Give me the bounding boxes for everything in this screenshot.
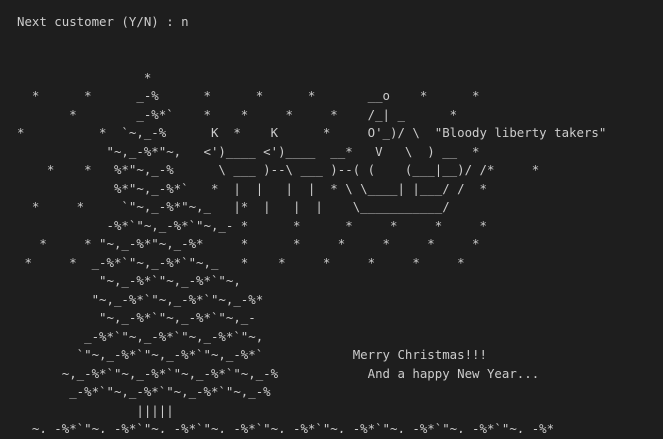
- ascii-art-line: "~,_-%*"~, <')____ <')____ __* V \ ) __ …: [17, 143, 480, 159]
- ascii-art-line: "~,_-%*`"~,_-%*`"~,_-%*: [17, 291, 264, 307]
- ascii-art-line: _-%*`"~,_-%*`"~,_-%*`"~,_-%: [17, 384, 271, 399]
- ascii-art-line: * _-%*` * * * * /_| _ *: [17, 106, 458, 122]
- ascii-art-line: * * _-%*`"~,_-%*`"~,_ * * * * * *: [17, 254, 465, 270]
- terminal-window[interactable]: Next customer (Y/N) : n * * * _-% * * * …: [0, 0, 663, 439]
- ascii-art-line: * * %*"~,_-% \ ___ )--\ ___ )--( ( (___|…: [17, 162, 540, 177]
- ascii-art-line: "~,_-%*`"~,_-%*`"~,_-: [17, 310, 256, 325]
- prompt-line: Next customer (Y/N) : n: [17, 14, 189, 29]
- ascii-art-line: * * _-% * * * __o * *: [17, 88, 480, 103]
- terminal-output: Next customer (Y/N) : n * * * _-% * * * …: [17, 13, 657, 433]
- ascii-art-line: * * `"~,_-%*"~,_ |* | | | \___________/: [17, 199, 450, 214]
- ascii-art-line: %*"~,_-%*` * | | | | * \ \____| |___/ / …: [17, 180, 487, 196]
- greeting-line: `"~,_-%*`"~,_-%*`"~,_-%*` Merry Christma…: [17, 347, 487, 362]
- ascii-art-line: *: [17, 69, 152, 85]
- ascii-art-line: * * "~,_-%*"~,_-%* * * * * * *: [17, 236, 480, 251]
- ascii-art-line: _-%*`"~,_-%*`"~,_-%*`"~,: [17, 328, 264, 344]
- ascii-art-line: * * `~,_-% K * K * O'_)/ \ "Bloody liber…: [17, 125, 607, 140]
- ascii-art-line: -%*`"~,_-%*`"~,_- * * * * * *: [17, 217, 487, 233]
- ascii-art-line: ~,_-%*`"~,_-%*`"~,_-%*`"~,_-%*`"~,_-%*`"…: [17, 421, 555, 433]
- ascii-art-line: |||||: [17, 402, 174, 418]
- ascii-art-line: "~,_-%*`"~,_-%*`"~,: [17, 273, 241, 288]
- greeting-line: ~,_-%*`"~,_-%*`"~,_-%*`"~,_-% And a happ…: [17, 365, 540, 381]
